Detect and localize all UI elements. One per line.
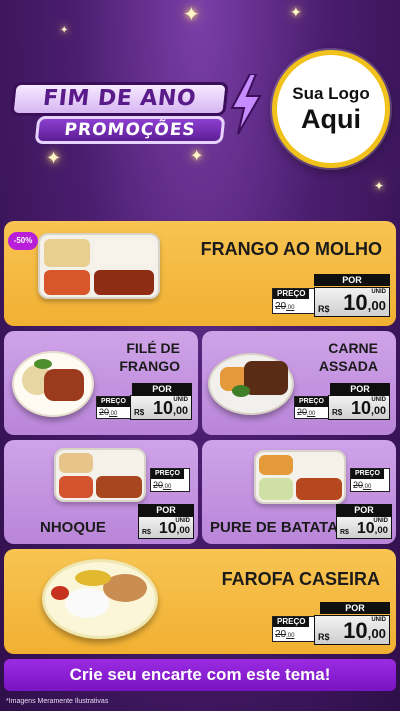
old-price: 20,00	[353, 480, 372, 490]
sparkle-icon: ✦	[374, 179, 385, 193]
logo-text-line-2: Aqui	[301, 104, 361, 134]
por-label: POR	[132, 383, 192, 395]
new-price: R$ UNID 10,00	[314, 615, 390, 645]
product-card-frango-ao-molho: FRANGO AO MOLHO POR PREÇO 20,00 R$ UNID …	[4, 221, 396, 326]
logo-placeholder: Sua Logo Aqui	[272, 50, 390, 168]
por-label: POR	[138, 504, 194, 516]
new-price: R$ UNID 10,00	[138, 516, 194, 539]
por-label: POR	[336, 504, 392, 516]
sparkle-icon: ✦	[183, 2, 200, 26]
create-flyer-button[interactable]: Crie seu encarte com este tema!	[4, 659, 396, 691]
new-price: R$ UNID 10,00	[336, 516, 392, 539]
new-price: R$ UNID 10,00	[314, 287, 390, 317]
por-label: POR	[320, 602, 390, 614]
product-card-file-de-frango: FILÉ DE FRANGO POR PREÇO 20,00 R$ UNID 10…	[4, 331, 198, 435]
new-price: R$ UNID 10,00	[130, 395, 192, 420]
flyer: ✦ ✦ ✦ ✦ ✦ ✦ FIM DE ANO PROMOÇÕES Sua Log…	[0, 0, 400, 711]
price-tag: POR PREÇO 20,00 R$ UNID 10,00	[272, 274, 390, 318]
new-price: R$ UNID 10,00	[328, 395, 390, 420]
por-label: POR	[314, 274, 390, 286]
product-card-farofa-caseira: FAROFA CASEIRA POR PREÇO 20,00 R$ UNID 1…	[4, 549, 396, 654]
sparkle-icon: ✦	[290, 5, 302, 21]
price-tag: POR R$ UNID 10,00	[138, 504, 194, 540]
lightning-bolt-icon	[230, 74, 262, 134]
product-name: CARNE ASSADA	[318, 340, 378, 374]
preco-label: PREÇO	[273, 617, 310, 627]
product-card-pure-de-batata: PREÇO 20,00 PURE DE BATATA POR R$ UNID 1…	[202, 440, 396, 544]
promo-title: FIM DE ANO PROMOÇÕES	[8, 74, 263, 152]
food-image	[42, 559, 158, 639]
product-name: NHOQUE	[40, 519, 106, 536]
price-tag: POR PREÇO 20,00 R$ UNID 10,00	[272, 602, 390, 646]
discount-badge: -50%	[8, 232, 38, 250]
product-name: FILÉ DE FRANGO	[119, 340, 180, 374]
product-card-nhoque: PREÇO 20,00 NHOQUE POR R$ UNID 10,00	[4, 440, 198, 544]
product-name: PURE DE BATATA	[210, 519, 339, 536]
price-tag-upper: PREÇO 20,00	[350, 468, 390, 492]
old-price: 20,00	[297, 407, 316, 417]
old-price: 20,00	[153, 480, 172, 490]
product-name: FAROFA CASEIRA	[221, 569, 380, 589]
price-tag: POR PREÇO 20,00 R$ UNID 10,00	[96, 383, 192, 421]
food-image	[254, 450, 346, 504]
title-line-1: FIM DE ANO	[10, 82, 229, 116]
footnote: *Imagens Meramente Ilustrativas	[6, 698, 109, 705]
preco-label: PREÇO	[151, 469, 184, 479]
title-line-2: PROMOÇÕES	[34, 116, 226, 144]
food-image	[54, 448, 146, 502]
logo-text-line-1: Sua Logo	[292, 84, 370, 103]
old-price: 20,00	[275, 301, 295, 312]
preco-label: PREÇO	[295, 397, 328, 407]
product-name: FRANGO AO MOLHO	[200, 239, 382, 259]
food-image	[208, 353, 294, 415]
food-image	[12, 351, 94, 417]
old-price: 20,00	[275, 629, 295, 640]
sparkle-icon: ✦	[60, 25, 69, 36]
product-card-carne-assada: CARNE ASSADA POR PREÇO 20,00 R$ UNID 10,0…	[202, 331, 396, 435]
price-tag: POR R$ UNID 10,00	[336, 504, 392, 540]
price-tag: POR PREÇO 20,00 R$ UNID 10,00	[294, 383, 390, 421]
preco-label: PREÇO	[351, 469, 384, 479]
price-tag-upper: PREÇO 20,00	[150, 468, 190, 492]
old-price: 20,00	[99, 407, 118, 417]
preco-label: PREÇO	[97, 397, 130, 407]
food-image	[38, 233, 160, 299]
por-label: POR	[330, 383, 390, 395]
sparkle-icon: ✦	[46, 148, 62, 169]
preco-label: PREÇO	[273, 289, 310, 299]
